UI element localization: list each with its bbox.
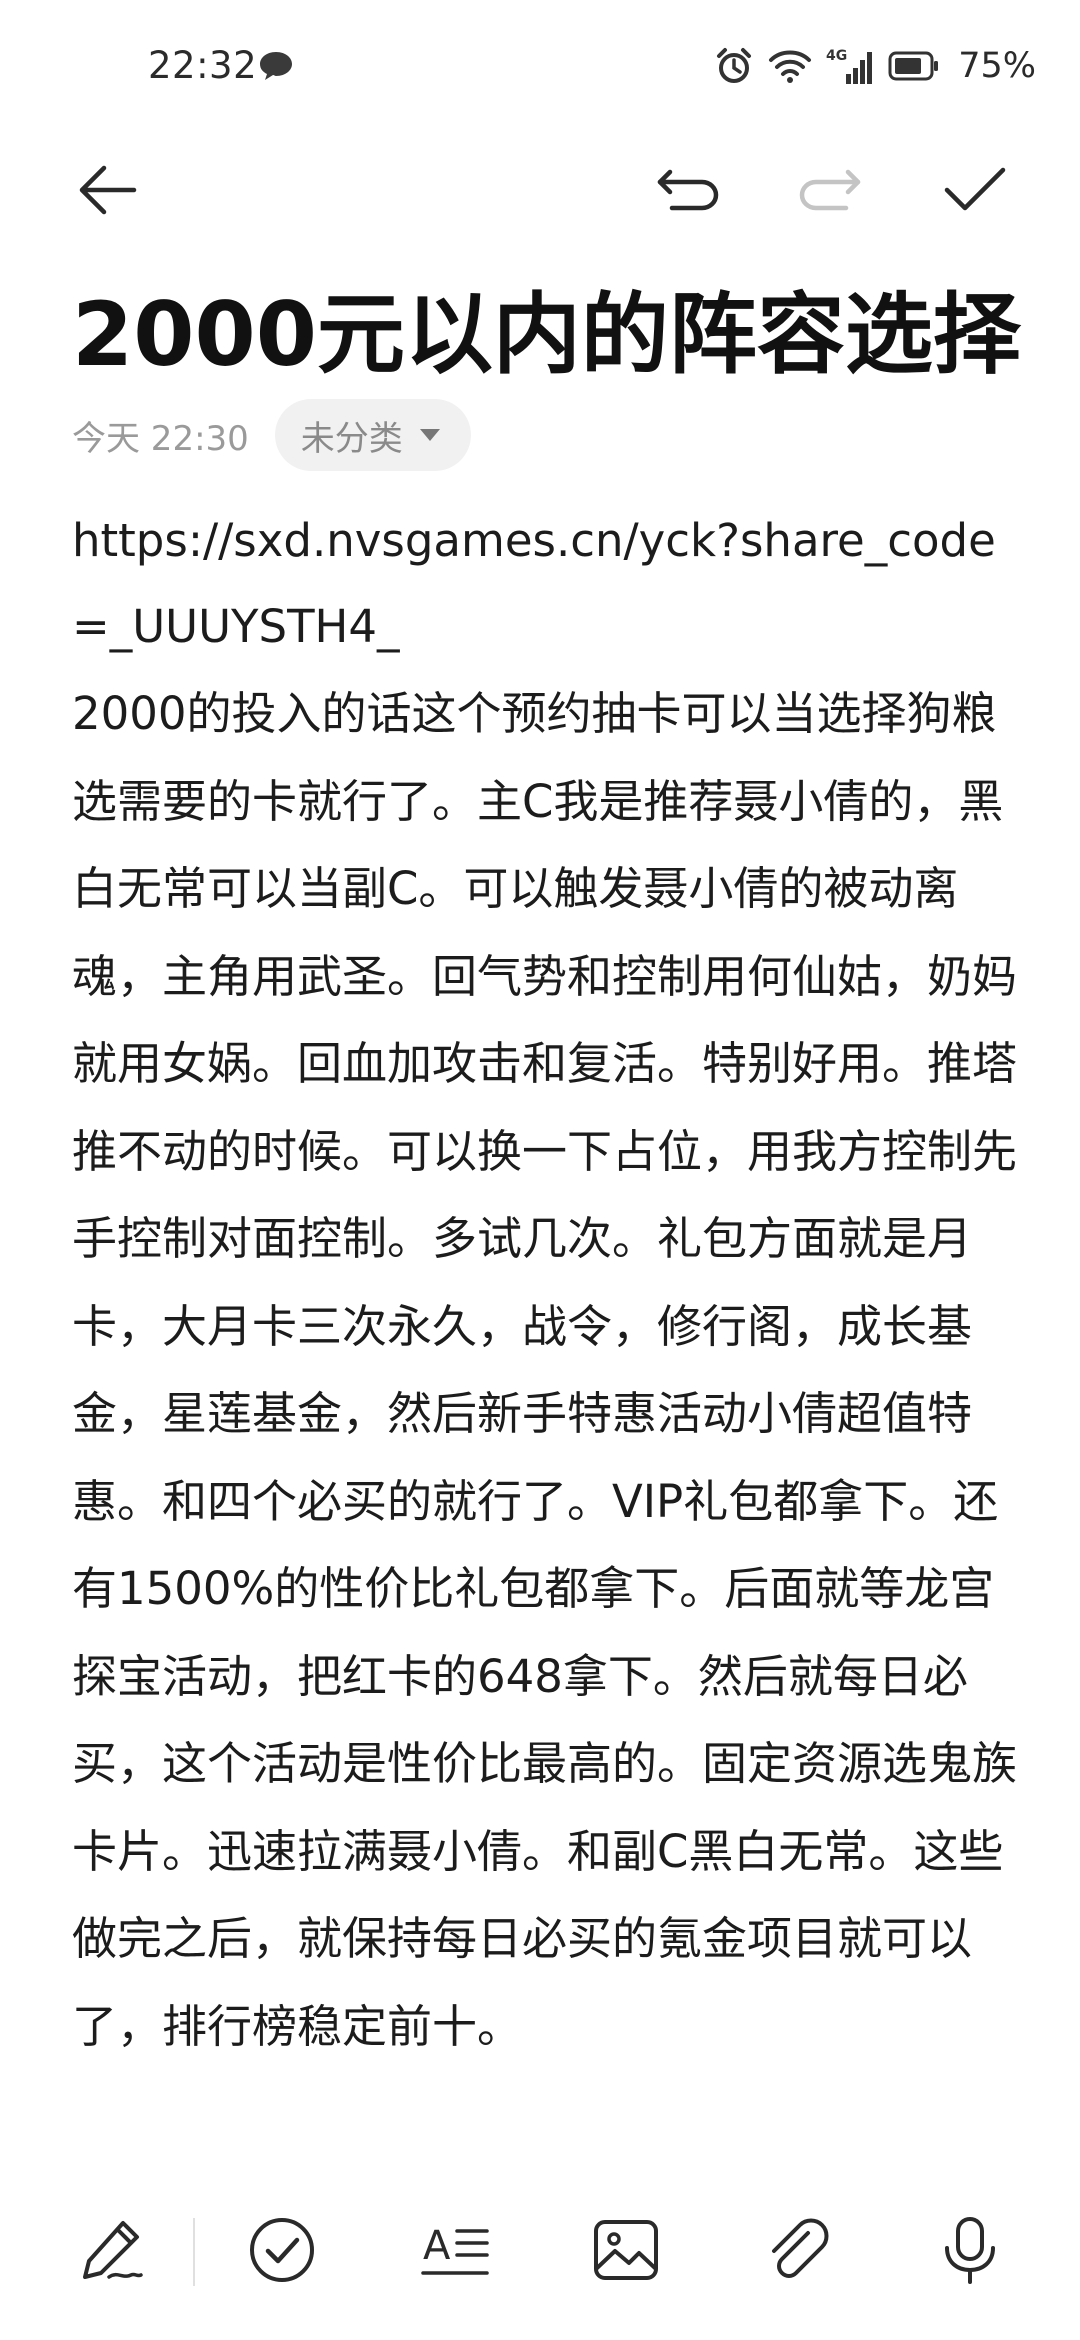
status-icons: 4G 75% xyxy=(714,44,1036,88)
message-bubble-icon xyxy=(258,50,294,82)
dropdown-triangle-icon xyxy=(419,429,440,441)
note-content[interactable]: 2000的投入的话这个预约抽卡可以当选择狗粮选需要的卡就行了。主C我是推荐聂小倩… xyxy=(72,670,1022,2070)
alarm-icon xyxy=(717,48,752,83)
attachment-icon xyxy=(772,2218,829,2278)
category-label: 未分类 xyxy=(300,418,403,459)
note-meta: 今天 22:30 未分类 xyxy=(72,398,471,472)
svg-text:A: A xyxy=(423,2223,451,2269)
pen-icon xyxy=(83,2221,143,2279)
battery-icon xyxy=(888,51,939,81)
back-button[interactable] xyxy=(68,150,148,230)
editor-toolbar xyxy=(0,150,1080,230)
status-time: 22:32 xyxy=(148,44,258,87)
note-body[interactable]: https://sxd.nvsgames.cn/yck?share_code=_… xyxy=(72,498,1022,2070)
note-timestamp: 今天 22:30 xyxy=(72,418,249,459)
wifi-icon xyxy=(769,50,812,83)
bottom-toolbar: A xyxy=(0,2200,1080,2300)
note-editor-screen: 22:32 4G 75% 2000元以内的阵容选择 今天 22:30 未分类 h… xyxy=(0,0,1080,2340)
text-format-icon: A xyxy=(421,2223,489,2275)
battery-percentage: 75% xyxy=(958,46,1036,86)
text-format-button[interactable]: A xyxy=(416,2210,496,2290)
arrow-left-icon xyxy=(79,165,137,215)
done-button[interactable] xyxy=(935,150,1015,230)
image-icon xyxy=(594,2220,658,2280)
note-title[interactable]: 2000元以内的阵容选择 xyxy=(72,280,1032,390)
category-selector[interactable]: 未分类 xyxy=(274,399,471,471)
redo-icon xyxy=(799,169,861,211)
signal-type-label: 4G xyxy=(826,48,847,64)
redo-button[interactable] xyxy=(790,150,870,230)
note-link[interactable]: https://sxd.nvsgames.cn/yck?share_code=_… xyxy=(72,498,1022,670)
handwriting-button[interactable] xyxy=(72,2210,152,2290)
undo-icon xyxy=(657,169,719,211)
attachment-button[interactable] xyxy=(758,2210,838,2290)
checklist-button[interactable] xyxy=(242,2210,322,2290)
microphone-icon xyxy=(945,2217,995,2284)
undo-button[interactable] xyxy=(648,150,728,230)
insert-image-button[interactable] xyxy=(586,2210,666,2290)
toolbar-divider xyxy=(193,2218,195,2286)
cellular-signal-icon: 4G xyxy=(826,48,873,84)
checkmark-icon xyxy=(944,167,1006,211)
checklist-icon xyxy=(250,2218,314,2282)
voice-input-button[interactable] xyxy=(930,2210,1010,2290)
status-bar: 22:32 4G 75% xyxy=(0,0,1080,130)
